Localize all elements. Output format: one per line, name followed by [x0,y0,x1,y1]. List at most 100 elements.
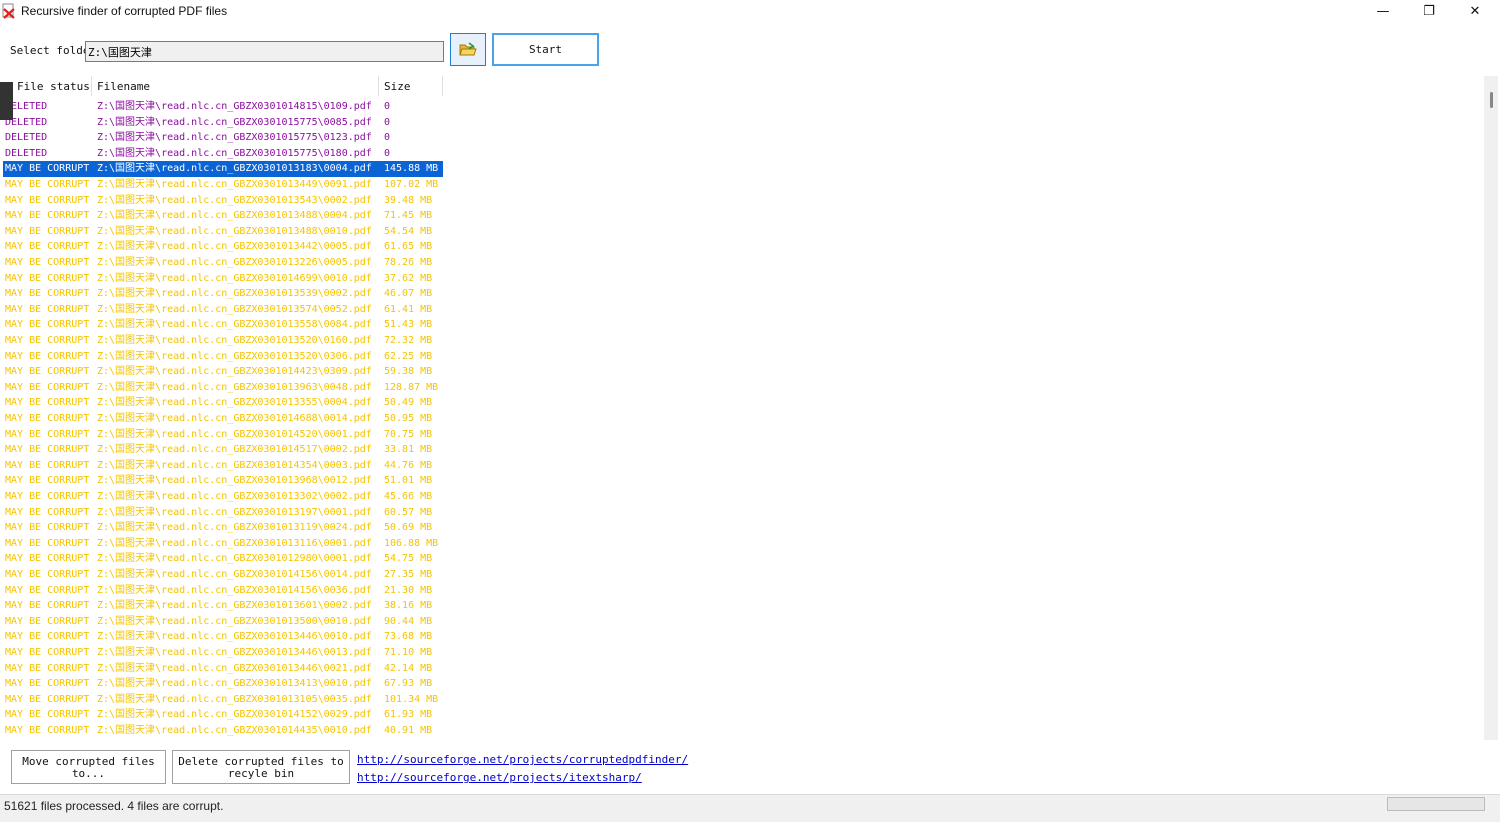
row-filename-cell: Z:\国图天津\read.nlc.cn_GBZX0301013119\0024.… [97,522,372,534]
table-row[interactable]: MAY BE CORRUPT Z:\国图天津\read.nlc.cn_GBZX03… [3,161,443,177]
scrollbar-thumb[interactable] [1490,92,1493,108]
delete-corrupted-button[interactable]: Delete corrupted files to recyle bin [172,750,350,784]
row-status-cell: MAY BE CORRUPT [5,350,90,362]
row-status-cell: MAY BE CORRUPT [5,335,90,346]
browse-folder-button[interactable] [450,33,486,66]
row-filename-cell: Z:\国图天津\read.nlc.cn_GBZX0301015775\0085.… [97,116,372,128]
column-header-status[interactable]: File status [17,80,90,93]
row-filename-cell: Z:\国图天津\read.nlc.cn_GBZX0301013116\0001.… [97,537,372,549]
itextsharp-link[interactable]: http://sourceforge.net/projects/itextsha… [357,771,642,784]
title-bar: Recursive finder of corrupted PDF files … [0,0,1500,23]
row-filename-cell: Z:\国图天津\read.nlc.cn_GBZX0301013539\0002.… [97,288,372,300]
row-size-cell: 59.38 MB [384,366,433,378]
row-filename-cell: Z:\国图天津\read.nlc.cn_GBZX0301014435\0010.… [97,725,372,736]
row-filename-cell: Z:\国图天津\read.nlc.cn_GBZX0301013183\0004.… [97,163,372,175]
row-filename-cell: Z:\国图天津\read.nlc.cn_GBZX0301014354\0003.… [97,459,372,471]
column-header-filename[interactable]: Filename [97,80,150,93]
row-size-cell: 61.65 MB [384,241,433,253]
vertical-scrollbar[interactable] [1484,76,1498,740]
move-corrupted-label: Move corrupted files to... [22,755,155,780]
column-divider[interactable] [442,76,443,96]
row-size-cell: 21.30 MB [384,584,433,596]
row-size-cell: 61.41 MB [384,303,433,315]
row-status-cell: MAY BE CORRUPT [5,163,90,175]
row-status-cell: MAY BE CORRUPT [5,225,90,237]
row-size-cell: 37.62 MB [384,272,433,284]
row-filename-cell: Z:\国图天津\read.nlc.cn_GBZX0301015775\0180.… [97,147,372,159]
row-size-cell: 67.93 MB [384,678,433,690]
row-filename-cell: Z:\国图天津\read.nlc.cn_GBZX0301013413\0010.… [97,678,372,690]
progress-bar [1387,797,1485,811]
row-status-cell: MAY BE CORRUPT [5,444,90,456]
row-status-cell: MAY BE CORRUPT [5,397,90,409]
row-status-cell: MAY BE CORRUPT [5,366,90,378]
row-size-cell: 145.88 MB [384,163,439,175]
maximize-button[interactable]: ❐ [1406,0,1452,23]
row-filename-cell: Z:\国图天津\read.nlc.cn_GBZX0301012980\0001.… [97,553,372,565]
row-status-cell: MAY BE CORRUPT [5,537,90,549]
row-size-cell: 50.95 MB [384,413,433,424]
corruptedpdfinder-link[interactable]: http://sourceforge.net/projects/corrupte… [357,753,688,766]
row-filename-cell: Z:\国图天津\read.nlc.cn_GBZX0301013968\0012.… [97,475,372,487]
row-size-cell: 51.43 MB [384,319,433,331]
row-status-cell: MAY BE CORRUPT [5,319,90,331]
row-filename-cell: Z:\国图天津\read.nlc.cn_GBZX0301013446\0013.… [97,647,372,658]
column-header-size[interactable]: Size [384,80,411,93]
row-filename-cell: Z:\国图天津\read.nlc.cn_GBZX0301013574\0052.… [97,303,372,315]
row-status-cell: MAY BE CORRUPT [5,428,90,440]
row-size-cell: 54.75 MB [384,553,433,565]
row-status-cell: MAY BE CORRUPT [5,615,90,627]
start-button[interactable]: Start [492,33,599,66]
row-status-cell: MAY BE CORRUPT [5,210,90,222]
row-status-cell: MAY BE CORRUPT [5,381,90,393]
row-filename-cell: Z:\国图天津\read.nlc.cn_GBZX0301014152\0029.… [97,709,372,721]
row-size-cell: 72.32 MB [384,335,433,346]
row-filename-cell: Z:\国图天津\read.nlc.cn_GBZX0301014699\0010.… [97,272,372,284]
row-filename-cell: Z:\国图天津\read.nlc.cn_GBZX0301013105\0035.… [97,693,372,705]
row-size-cell: 71.10 MB [384,647,433,658]
row-status-cell: MAY BE CORRUPT [5,506,90,518]
results-list[interactable]: File status Filename Size DELETED Z:\国图天津… [3,76,1483,740]
row-size-cell: 90.44 MB [384,615,433,627]
row-status-cell: DELETED [5,147,48,159]
row-filename-cell: Z:\国图天津\read.nlc.cn_GBZX0301014688\0014.… [97,413,372,424]
row-size-cell: 44.76 MB [384,459,433,471]
row-size-cell: 128.87 MB [384,381,439,393]
row-size-cell: 107.02 MB [384,179,439,190]
row-filename-cell: Z:\国图天津\read.nlc.cn_GBZX0301014156\0036.… [97,584,372,596]
close-button[interactable]: ✕ [1452,0,1498,23]
row-size-cell: 38.16 MB [384,600,433,612]
row-filename-cell: Z:\国图天津\read.nlc.cn_GBZX0301014815\0109.… [97,101,372,112]
row-status-cell: MAY BE CORRUPT [5,600,90,612]
row-status-cell: MAY BE CORRUPT [5,194,90,206]
column-divider[interactable] [91,76,92,96]
row-size-cell: 62.25 MB [384,350,433,362]
row-filename-cell: Z:\国图天津\read.nlc.cn_GBZX0301013197\0001.… [97,506,372,518]
row-size-cell: 42.14 MB [384,662,433,674]
column-divider[interactable] [378,76,379,96]
row-size-cell: 50.49 MB [384,397,433,409]
row-status-cell: MAY BE CORRUPT [5,413,90,424]
row-size-cell: 54.54 MB [384,225,433,237]
row-filename-cell: Z:\国图天津\read.nlc.cn_GBZX0301013226\0005.… [97,257,372,268]
row-status-cell: MAY BE CORRUPT [5,662,90,674]
row-filename-cell: Z:\国图天津\read.nlc.cn_GBZX0301013488\0004.… [97,210,372,222]
row-size-cell: 39.48 MB [384,194,433,206]
window-title: Recursive finder of corrupted PDF files [21,4,228,18]
select-folder-label: Select folder [10,44,97,57]
row-size-cell: 106.88 MB [384,537,439,549]
side-handle[interactable] [0,82,13,120]
row-filename-cell: Z:\国图天津\read.nlc.cn_GBZX0301014517\0002.… [97,444,372,456]
minimize-button[interactable]: — [1360,0,1406,23]
row-filename-cell: Z:\国图天津\read.nlc.cn_GBZX0301013543\0002.… [97,194,372,206]
row-size-cell: 73.68 MB [384,631,433,643]
row-filename-cell: Z:\国图天津\read.nlc.cn_GBZX0301013355\0004.… [97,397,372,409]
row-size-cell: 51.01 MB [384,475,433,487]
row-filename-cell: Z:\国图天津\read.nlc.cn_GBZX0301014423\0309.… [97,366,372,378]
row-filename-cell: Z:\国图天津\read.nlc.cn_GBZX0301015775\0123.… [97,132,372,144]
row-filename-cell: Z:\国图天津\read.nlc.cn_GBZX0301013558\0084.… [97,319,372,331]
row-size-cell: 46.07 MB [384,288,433,300]
move-corrupted-button[interactable]: Move corrupted files to... [11,750,166,784]
folder-path-input[interactable] [85,41,444,62]
row-filename-cell: Z:\国图天津\read.nlc.cn_GBZX0301013520\0160.… [97,335,372,346]
